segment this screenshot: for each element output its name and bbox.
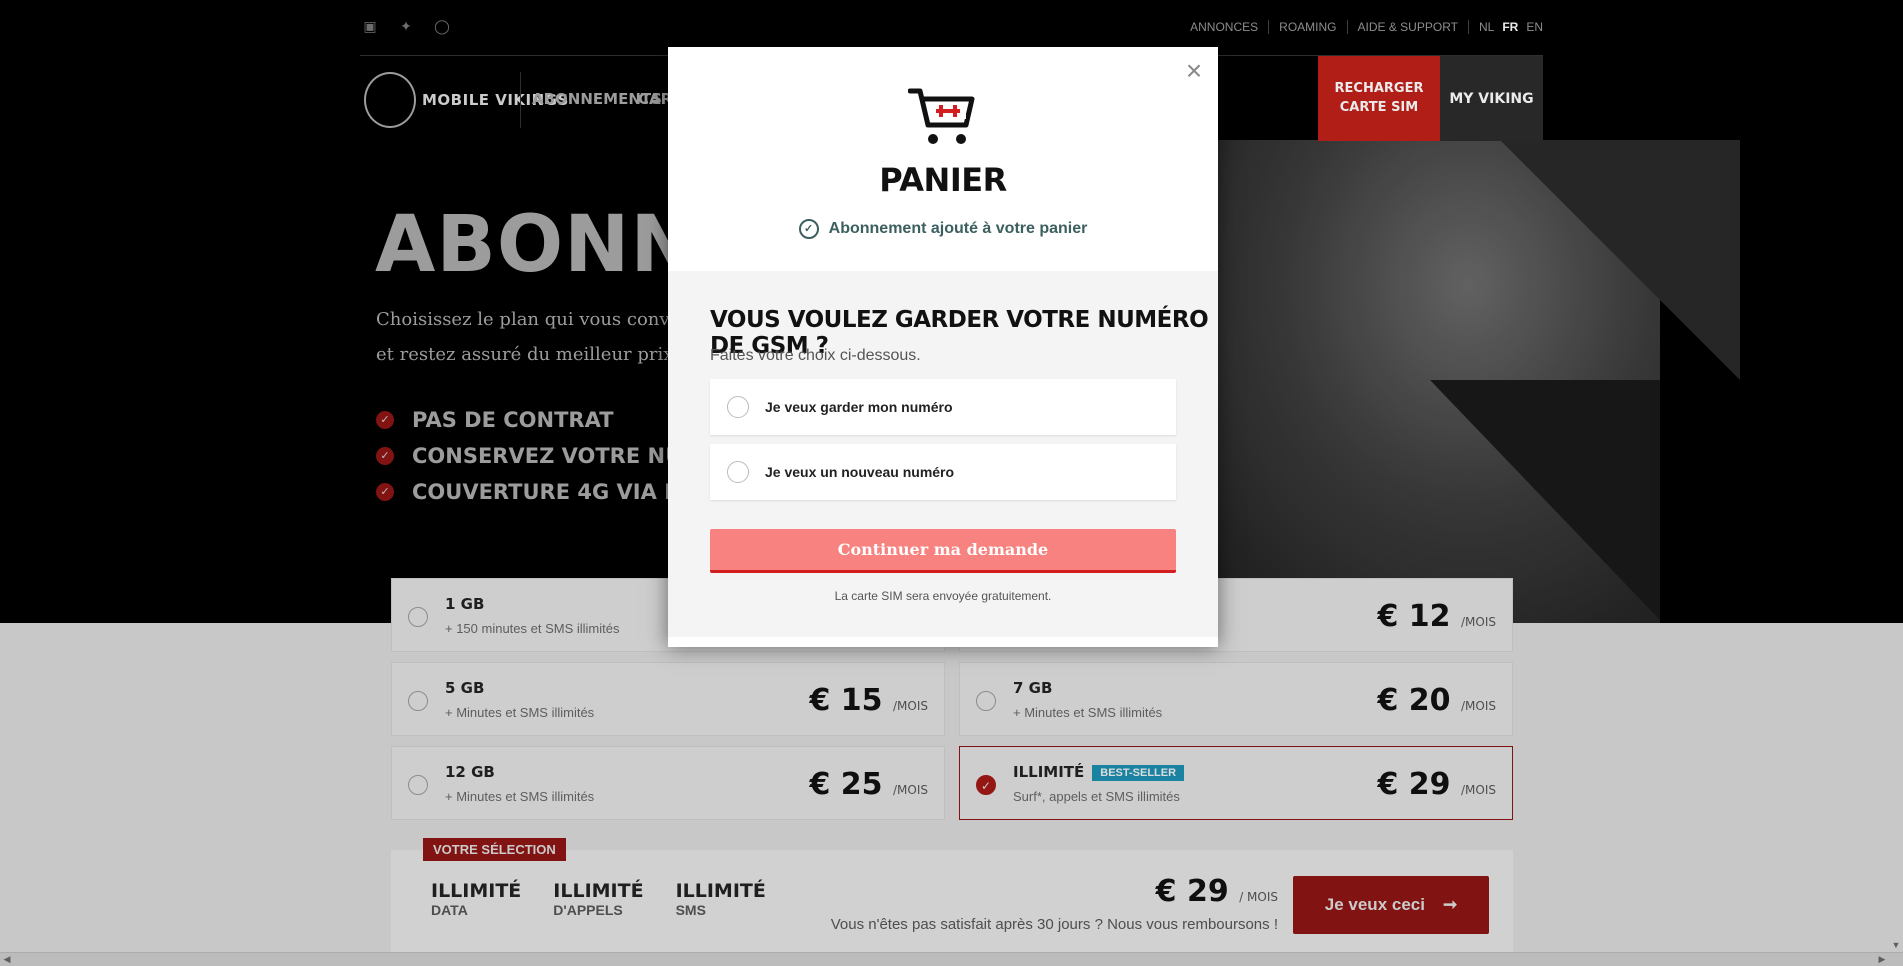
radio-keep-number[interactable] <box>727 396 749 418</box>
option-keep-number[interactable]: Je veux garder mon numéro <box>710 379 1176 435</box>
continue-button[interactable]: Continuer ma demande <box>710 529 1176 573</box>
number-question-sub: Faites votre choix ci-dessous. <box>710 347 921 364</box>
radio-new-number[interactable] <box>727 461 749 483</box>
close-icon[interactable]: × <box>1182 57 1206 85</box>
option-new-number[interactable]: Je veux un nouveau numéro <box>710 444 1176 500</box>
modal-title: PANIER <box>879 161 1007 199</box>
option-label: Je veux un nouveau numéro <box>765 464 955 480</box>
shopping-cart-icon <box>908 88 975 144</box>
number-choice-section: VOUS VOULEZ GARDER VOTRE NUMÉRO DE GSM ?… <box>668 271 1218 637</box>
added-text: Abonnement ajouté à votre panier <box>828 220 1088 237</box>
check-circle-icon: ✓ <box>798 219 819 239</box>
option-label: Je veux garder mon numéro <box>765 399 953 415</box>
free-sim-note: La carte SIM sera envoyée gratuitement. <box>834 589 1052 603</box>
added-confirmation: ✓ Abonnement ajouté à votre panier <box>668 219 1218 239</box>
cart-modal: × PANIER ✓ Abonnement ajouté à votre pan… <box>668 47 1218 647</box>
